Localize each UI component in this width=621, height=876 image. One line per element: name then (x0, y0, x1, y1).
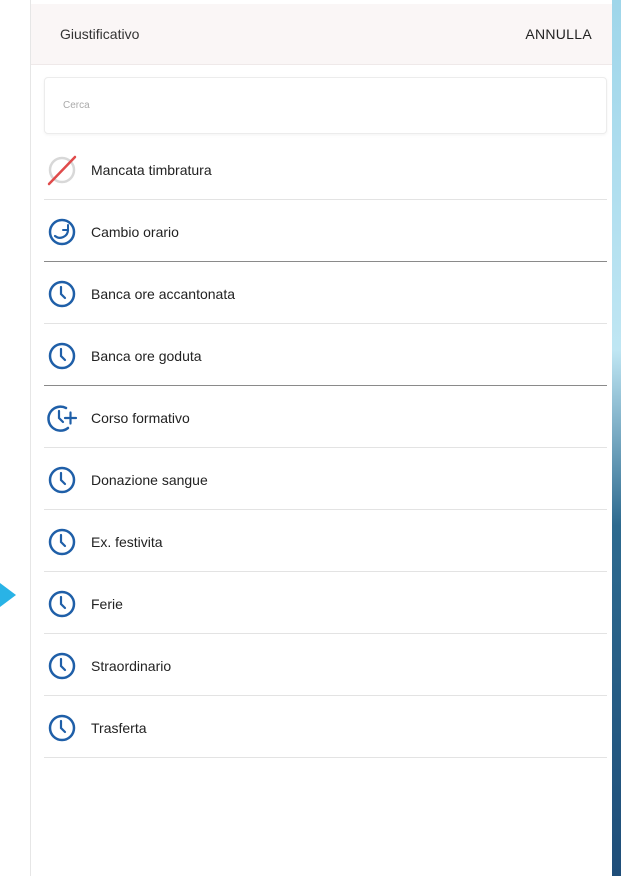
justification-list: Mancata timbratura Cambio orario Banca o… (44, 138, 607, 758)
clock-plus-icon (46, 402, 78, 434)
clock-icon (46, 588, 78, 620)
page-title: Giustificativo (60, 26, 140, 42)
clock-icon (46, 712, 78, 744)
list-item[interactable]: Trasferta (44, 696, 607, 758)
slide-arrow-icon (0, 583, 16, 607)
clock-icon (46, 650, 78, 682)
clock-icon (46, 464, 78, 496)
list-item[interactable]: Donazione sangue (44, 448, 607, 510)
list-item[interactable]: Mancata timbratura (44, 138, 607, 200)
search-box (44, 77, 607, 134)
list-item-label: Banca ore accantonata (91, 286, 235, 302)
list-item-label: Donazione sangue (91, 472, 208, 488)
list-item[interactable]: Ex. festivita (44, 510, 607, 572)
list-item-label: Corso formativo (91, 410, 190, 426)
justification-picker-screen: Giustificativo ANNULLA Mancata timbratur… (30, 0, 612, 876)
clock-icon (46, 278, 78, 310)
header: Giustificativo ANNULLA (31, 4, 612, 65)
clock-icon (46, 526, 78, 558)
list-item-label: Banca ore goduta (91, 348, 202, 364)
list-item-label: Cambio orario (91, 224, 179, 240)
list-item[interactable]: Straordinario (44, 634, 607, 696)
no-punch-icon (46, 154, 78, 186)
list-item[interactable]: Banca ore goduta (44, 324, 607, 386)
list-item-label: Straordinario (91, 658, 172, 674)
list-item[interactable]: Banca ore accantonata (44, 262, 607, 324)
cancel-button[interactable]: ANNULLA (525, 26, 592, 42)
list-item[interactable]: Ferie (44, 572, 607, 634)
list-item[interactable]: Corso formativo (44, 386, 607, 448)
list-item-label: Ferie (91, 596, 123, 612)
list-item-label: Mancata timbratura (91, 162, 212, 178)
clock-icon (46, 340, 78, 372)
list-item-label: Ex. festivita (91, 534, 163, 550)
list-item[interactable]: Cambio orario (44, 200, 607, 262)
list-item-label: Trasferta (91, 720, 147, 736)
clock-change-icon (46, 216, 78, 248)
search-input[interactable] (45, 78, 606, 133)
